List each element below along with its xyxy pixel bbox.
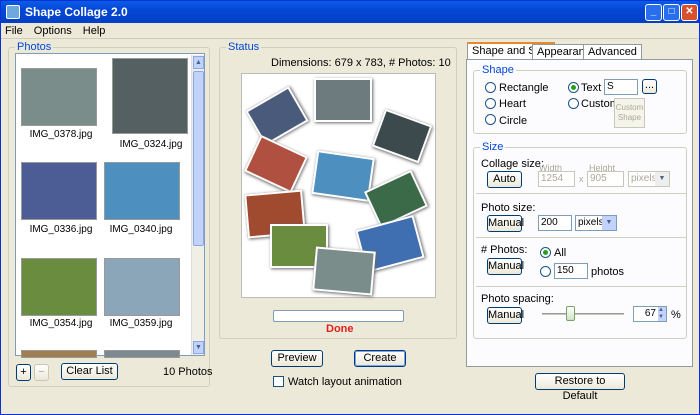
rectangle-label: Rectangle	[499, 82, 549, 94]
preview-button[interactable]: Preview	[271, 350, 323, 367]
maximize-button[interactable]: □	[663, 4, 680, 21]
photo-size-input[interactable]: 200	[538, 215, 572, 231]
photo-list-scrollbar[interactable]: ▲ ▼	[191, 55, 204, 355]
divider	[476, 193, 686, 194]
photos-unit-label: photos	[591, 266, 625, 278]
status-group-label: Status	[226, 41, 262, 53]
all-photos-label: All	[554, 247, 567, 259]
restore-default-button[interactable]: Restore to Default	[535, 373, 625, 402]
tab-advanced[interactable]: Advanced	[583, 44, 642, 60]
num-photos-manual-button[interactable]: Manual	[487, 258, 524, 275]
collage-unit-value: pixels	[631, 173, 657, 184]
circle-radio[interactable]	[485, 114, 496, 125]
photo-size-label: Photo size:	[481, 202, 536, 214]
num-photos-input[interactable]: 150	[554, 263, 588, 279]
all-photos-radio[interactable]	[540, 247, 551, 258]
collage-photo	[312, 246, 376, 296]
chevron-down-icon: ▼	[655, 172, 669, 186]
auto-size-button[interactable]: Auto	[487, 171, 522, 188]
collage-photo	[245, 86, 309, 146]
status-text: Done	[326, 323, 354, 335]
photo-caption: IMG_0324.jpg	[119, 139, 183, 150]
spacing-slider-track[interactable]	[542, 313, 624, 315]
title-bar[interactable]: Shape Collage 2.0 _ □ ✕	[1, 1, 699, 23]
photo-thumbnail[interactable]	[21, 162, 97, 220]
photo-spacing-label: Photo spacing:	[481, 293, 554, 305]
rectangle-radio[interactable]	[485, 82, 496, 93]
close-button[interactable]: ✕	[681, 4, 698, 21]
num-photos-label: # Photos:	[481, 244, 528, 256]
collage-preview	[241, 73, 436, 298]
menu-file[interactable]: File	[1, 23, 27, 39]
collage-photo	[371, 108, 433, 164]
font-browse-button[interactable]: ...	[642, 79, 657, 94]
width-input[interactable]: 1254	[538, 171, 575, 187]
text-radio[interactable]	[568, 82, 579, 93]
window-title: Shape Collage 2.0	[25, 5, 128, 19]
scroll-thumb[interactable]	[193, 71, 204, 246]
divider	[476, 237, 686, 238]
divider	[476, 286, 686, 287]
num-photos-radio[interactable]	[540, 266, 551, 277]
spacing-slider-handle[interactable]	[566, 306, 575, 321]
shape-group-label: Shape	[480, 64, 516, 76]
photo-caption: IMG_0336.jpg	[29, 224, 93, 235]
menu-help[interactable]: Help	[79, 23, 110, 39]
photo-thumbnail[interactable]	[104, 162, 180, 220]
photo-caption: IMG_0354.jpg	[29, 318, 93, 329]
custom-shape-box[interactable]: Custom Shape	[614, 98, 645, 128]
app-window: Shape Collage 2.0 _ □ ✕ File Options Hel…	[0, 0, 700, 415]
circle-label: Circle	[499, 115, 528, 127]
chevron-down-icon: ▼	[602, 216, 616, 230]
clear-list-button[interactable]: Clear List	[61, 363, 118, 380]
photo-caption: IMG_0359.jpg	[109, 318, 173, 329]
photo-thumbnail[interactable]	[21, 68, 97, 126]
progress-bar	[273, 310, 404, 322]
photo-thumbnail[interactable]	[104, 258, 180, 316]
watch-animation-checkbox[interactable]	[273, 376, 284, 387]
times-label: x	[579, 174, 584, 184]
collage-size-label: Collage size:	[481, 158, 544, 170]
dimensions-text: Dimensions: 679 x 783, # Photos: 10	[271, 57, 451, 69]
scroll-up-icon[interactable]: ▲	[193, 56, 204, 69]
photo-thumbnail[interactable]	[112, 58, 188, 134]
custom-radio[interactable]	[568, 98, 579, 109]
collage-unit-select[interactable]: pixels ▼	[628, 171, 670, 187]
collage-photo	[243, 134, 309, 194]
percent-label: %	[671, 309, 681, 321]
heart-radio[interactable]	[485, 98, 496, 109]
remove-photo-button[interactable]: −	[34, 364, 49, 381]
menu-options[interactable]: Options	[30, 23, 76, 39]
photo-unit-value: pixels	[578, 217, 604, 228]
spacing-manual-button[interactable]: Manual	[487, 307, 524, 324]
photo-count: 10 Photos	[163, 366, 213, 378]
watch-animation-label: Watch layout animation	[288, 376, 402, 388]
minimize-button[interactable]: _	[645, 4, 662, 21]
photo-thumbnail[interactable]	[104, 350, 180, 358]
photo-list[interactable]: IMG_0378.jpg IMG_0324.jpg IMG_0336.jpg I…	[15, 53, 205, 358]
photo-caption: IMG_0340.jpg	[109, 224, 173, 235]
photo-caption: IMG_0378.jpg	[29, 129, 93, 140]
spacing-spinner-icon[interactable]: ▲ ▼	[658, 307, 666, 321]
photo-thumbnail[interactable]	[21, 258, 97, 316]
shape-text-input[interactable]: S	[604, 79, 638, 95]
add-photo-button[interactable]: +	[16, 364, 31, 381]
height-input[interactable]: 905	[587, 171, 624, 187]
scroll-down-icon[interactable]: ▼	[193, 341, 204, 354]
photo-thumbnail[interactable]	[21, 350, 97, 358]
app-icon	[6, 5, 20, 19]
menu-bar: File Options Help	[1, 23, 699, 39]
photo-size-manual-button[interactable]: Manual	[487, 215, 524, 232]
collage-photo	[314, 78, 372, 122]
size-group-label: Size	[480, 141, 506, 153]
text-label: Text	[581, 82, 602, 94]
heart-label: Heart	[499, 98, 526, 110]
photos-group-label: Photos	[15, 41, 54, 53]
photo-unit-select[interactable]: pixels ▼	[575, 215, 617, 231]
create-button[interactable]: Create	[354, 350, 406, 367]
